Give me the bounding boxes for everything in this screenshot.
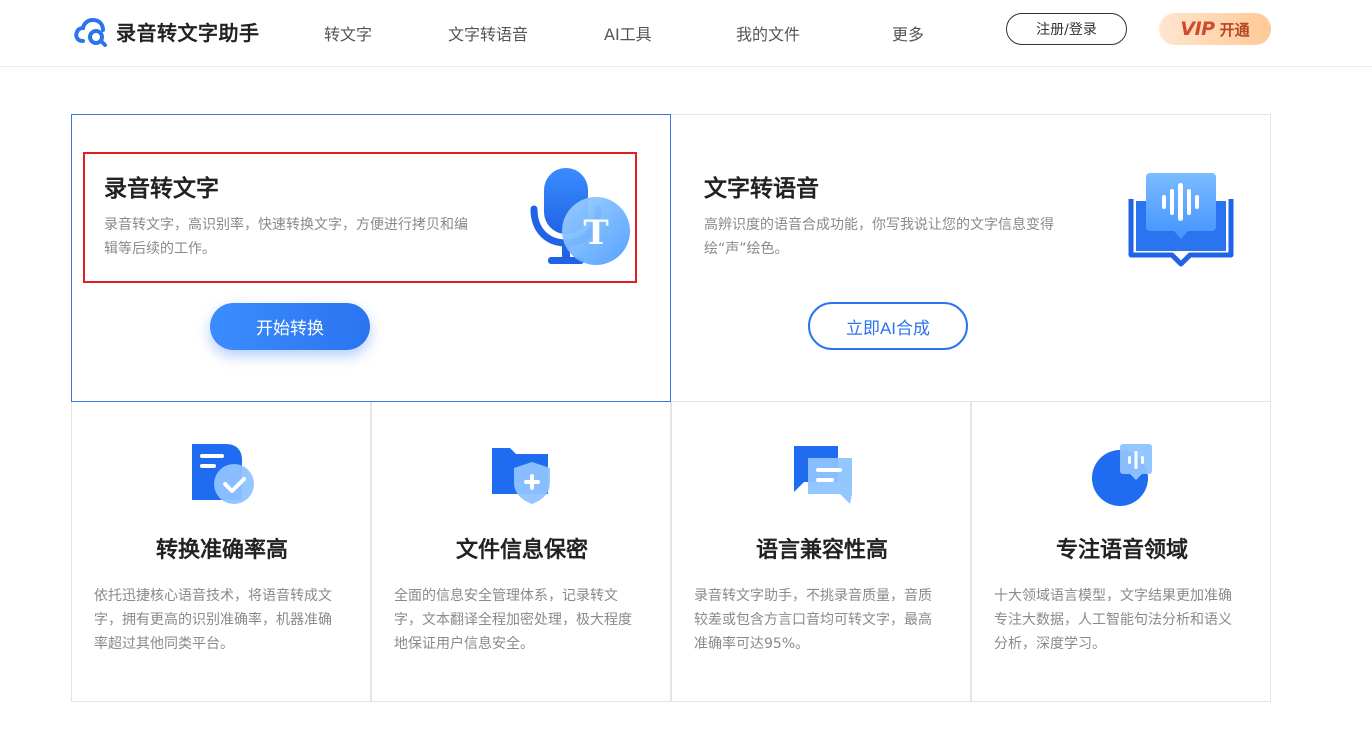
- vip-badge: VIP: [1180, 18, 1215, 40]
- brand-name: 录音转文字助手: [116, 20, 260, 45]
- vip-activate-label: 开通: [1219, 20, 1250, 39]
- advantage-desc: 全面的信息安全管理体系，记录转文字，文本翻译全程加密处理，极大程度地保证用户信息…: [394, 588, 632, 652]
- advantage-card-accuracy: 转换准确率高 依托迅捷核心语音技术，将语音转成文字，拥有更高的识别准确率，机器准…: [71, 402, 371, 702]
- speech-to-text-title: 录音转文字: [104, 176, 219, 202]
- text-t-glyph: T: [583, 213, 609, 253]
- advantage-desc: 十大领域语言模型，文字结果更加准确专注大数据，人工智能句法分析和语义分析，深度学…: [994, 588, 1232, 652]
- speech-to-text-card[interactable]: 录音转文字 录音转文字，高识别率，快速转换文字，方便进行拷贝和编辑等后续的工作。…: [71, 114, 671, 402]
- speech-to-text-desc: 录音转文字，高识别率，快速转换文字，方便进行拷贝和编辑等后续的工作。: [104, 217, 468, 257]
- nav-text-to-speech[interactable]: 文字转语音: [448, 21, 528, 45]
- brand-logo[interactable]: 录音转文字助手: [74, 14, 260, 48]
- nav-speech-to-text[interactable]: 转文字: [324, 21, 372, 45]
- advantage-title: 语言兼容性高: [755, 538, 888, 563]
- text-to-speech-card[interactable]: 文字转语音 高辨识度的语音合成功能，你写我说让您的文字信息变得绘“声”绘色。 立…: [670, 114, 1271, 402]
- nav-ai-tools[interactable]: AI工具: [604, 21, 652, 45]
- advantage-title: 文件信息保密: [455, 538, 588, 563]
- cloud-logo-icon: [74, 17, 107, 47]
- folder-shield-icon: [492, 448, 550, 504]
- advantage-card-speech-focus: 专注语音领域 十大领域语言模型，文字结果更加准确专注大数据，人工智能句法分析和语…: [971, 402, 1271, 702]
- advantage-title: 专注语音领域: [1055, 538, 1188, 563]
- nav-my-files[interactable]: 我的文件: [736, 21, 800, 45]
- start-convert-button[interactable]: 开始转换: [210, 303, 370, 350]
- voice-bubble-icon: [1092, 444, 1152, 506]
- ai-synthesize-button[interactable]: 立即AI合成: [808, 302, 968, 350]
- audio-book-icon: [1128, 173, 1234, 267]
- advantage-card-security: 文件信息保密 全面的信息安全管理体系，记录转文字，文本翻译全程加密处理，极大程度…: [371, 402, 671, 702]
- chat-bubbles-icon: [794, 446, 852, 504]
- advantage-desc: 依托迅捷核心语音技术，将语音转成文字，拥有更高的识别准确率，机器准确率超过其他同…: [94, 588, 332, 652]
- top-header: 录音转文字助手 转文字 文字转语音 AI工具 我的文件 更多 注册/登录 VIP…: [0, 0, 1372, 67]
- login-register-button[interactable]: 注册/登录: [1006, 13, 1127, 45]
- document-check-icon: [192, 444, 254, 504]
- advantage-title: 转换准确率高: [155, 538, 288, 563]
- nav-more[interactable]: 更多: [892, 21, 924, 45]
- vip-activate-button[interactable]: VIP 开通: [1159, 13, 1271, 45]
- advantage-card-compatibility: 语言兼容性高 录音转文字助手，不挑录音质量，音质较差或包含方言口音均可转文字，最…: [671, 402, 971, 702]
- text-to-speech-title: 文字转语音: [704, 176, 819, 202]
- advantage-desc: 录音转文字助手，不挑录音质量，音质较差或包含方言口音均可转文字，最高准确率可达9…: [694, 588, 932, 652]
- text-to-speech-desc: 高辨识度的语音合成功能，你写我说让您的文字信息变得绘“声”绘色。: [704, 217, 1054, 257]
